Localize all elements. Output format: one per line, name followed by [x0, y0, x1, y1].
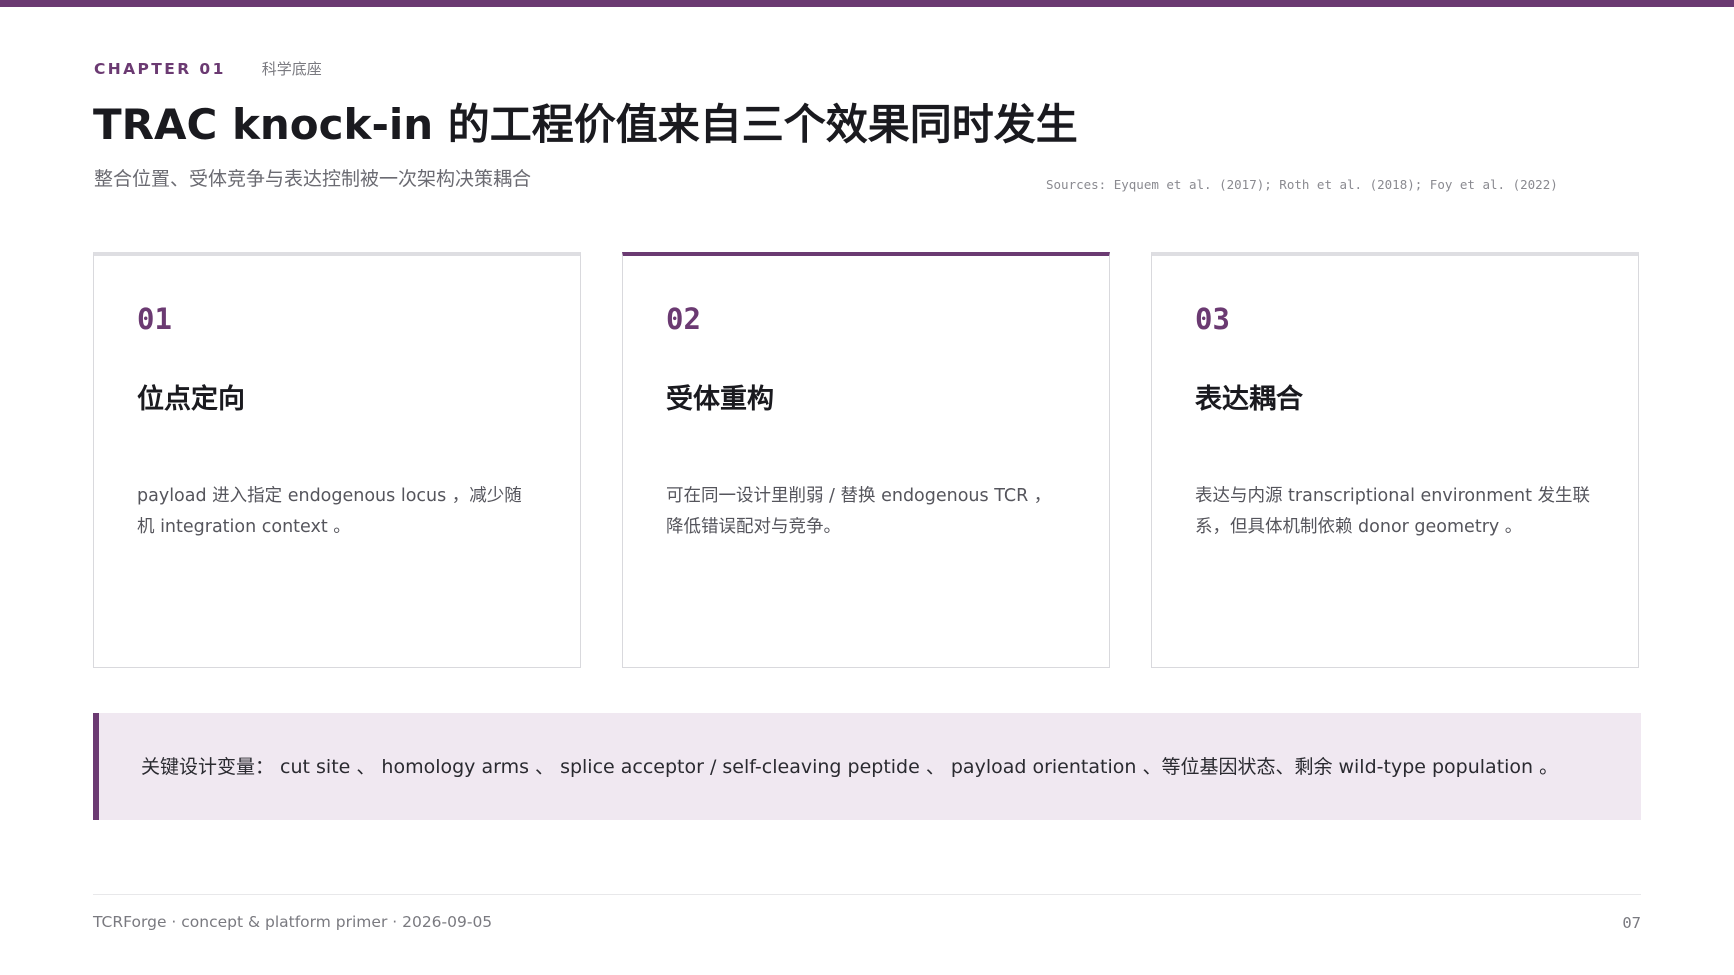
card-body: 表达与内源 transcriptional environment 发生联系，但…: [1195, 486, 1591, 537]
effect-card-3: 03 表达耦合 表达与内源 transcriptional environmen…: [1151, 252, 1639, 668]
callout-text: 关键设计变量： cut site 、 homology arms 、 splic…: [141, 756, 1559, 778]
card-number: 02: [666, 302, 701, 336]
card-title: 表达耦合: [1195, 384, 1303, 415]
card-title: 受体重构: [666, 384, 774, 415]
chapter-label: CHAPTER 01: [94, 60, 226, 78]
top-accent-bar: [0, 0, 1734, 7]
effect-card-1: 01 位点定向 payload 进入指定 endogenous locus ，减…: [93, 252, 581, 668]
key-variables-callout: 关键设计变量： cut site 、 homology arms 、 splic…: [93, 713, 1641, 820]
footer-info: TCRForge · concept & platform primer · 2…: [93, 913, 493, 931]
card-number: 01: [137, 302, 172, 336]
card-body: 可在同一设计里削弱 / 替换 endogenous TCR ，降低错误配对与竞争…: [666, 486, 1052, 537]
chapter-header: CHAPTER 01 科学底座: [94, 58, 322, 79]
chapter-subtitle: 科学底座: [261, 60, 322, 78]
page-subtitle: 整合位置、受体竞争与表达控制被一次架构决策耦合: [94, 168, 532, 190]
page-number: 07: [1622, 914, 1641, 932]
footer-divider: [93, 894, 1641, 895]
effect-card-2: 02 受体重构 可在同一设计里削弱 / 替换 endogenous TCR ，降…: [622, 252, 1110, 668]
page-title: TRAC knock-in 的工程价值来自三个效果同时发生: [93, 100, 1078, 149]
card-body: payload 进入指定 endogenous locus ，减少随机 inte…: [137, 486, 522, 537]
sources-citation: Sources: Eyquem et al. (2017); Roth et a…: [1046, 177, 1558, 192]
card-number: 03: [1195, 302, 1230, 336]
card-title: 位点定向: [137, 384, 245, 415]
